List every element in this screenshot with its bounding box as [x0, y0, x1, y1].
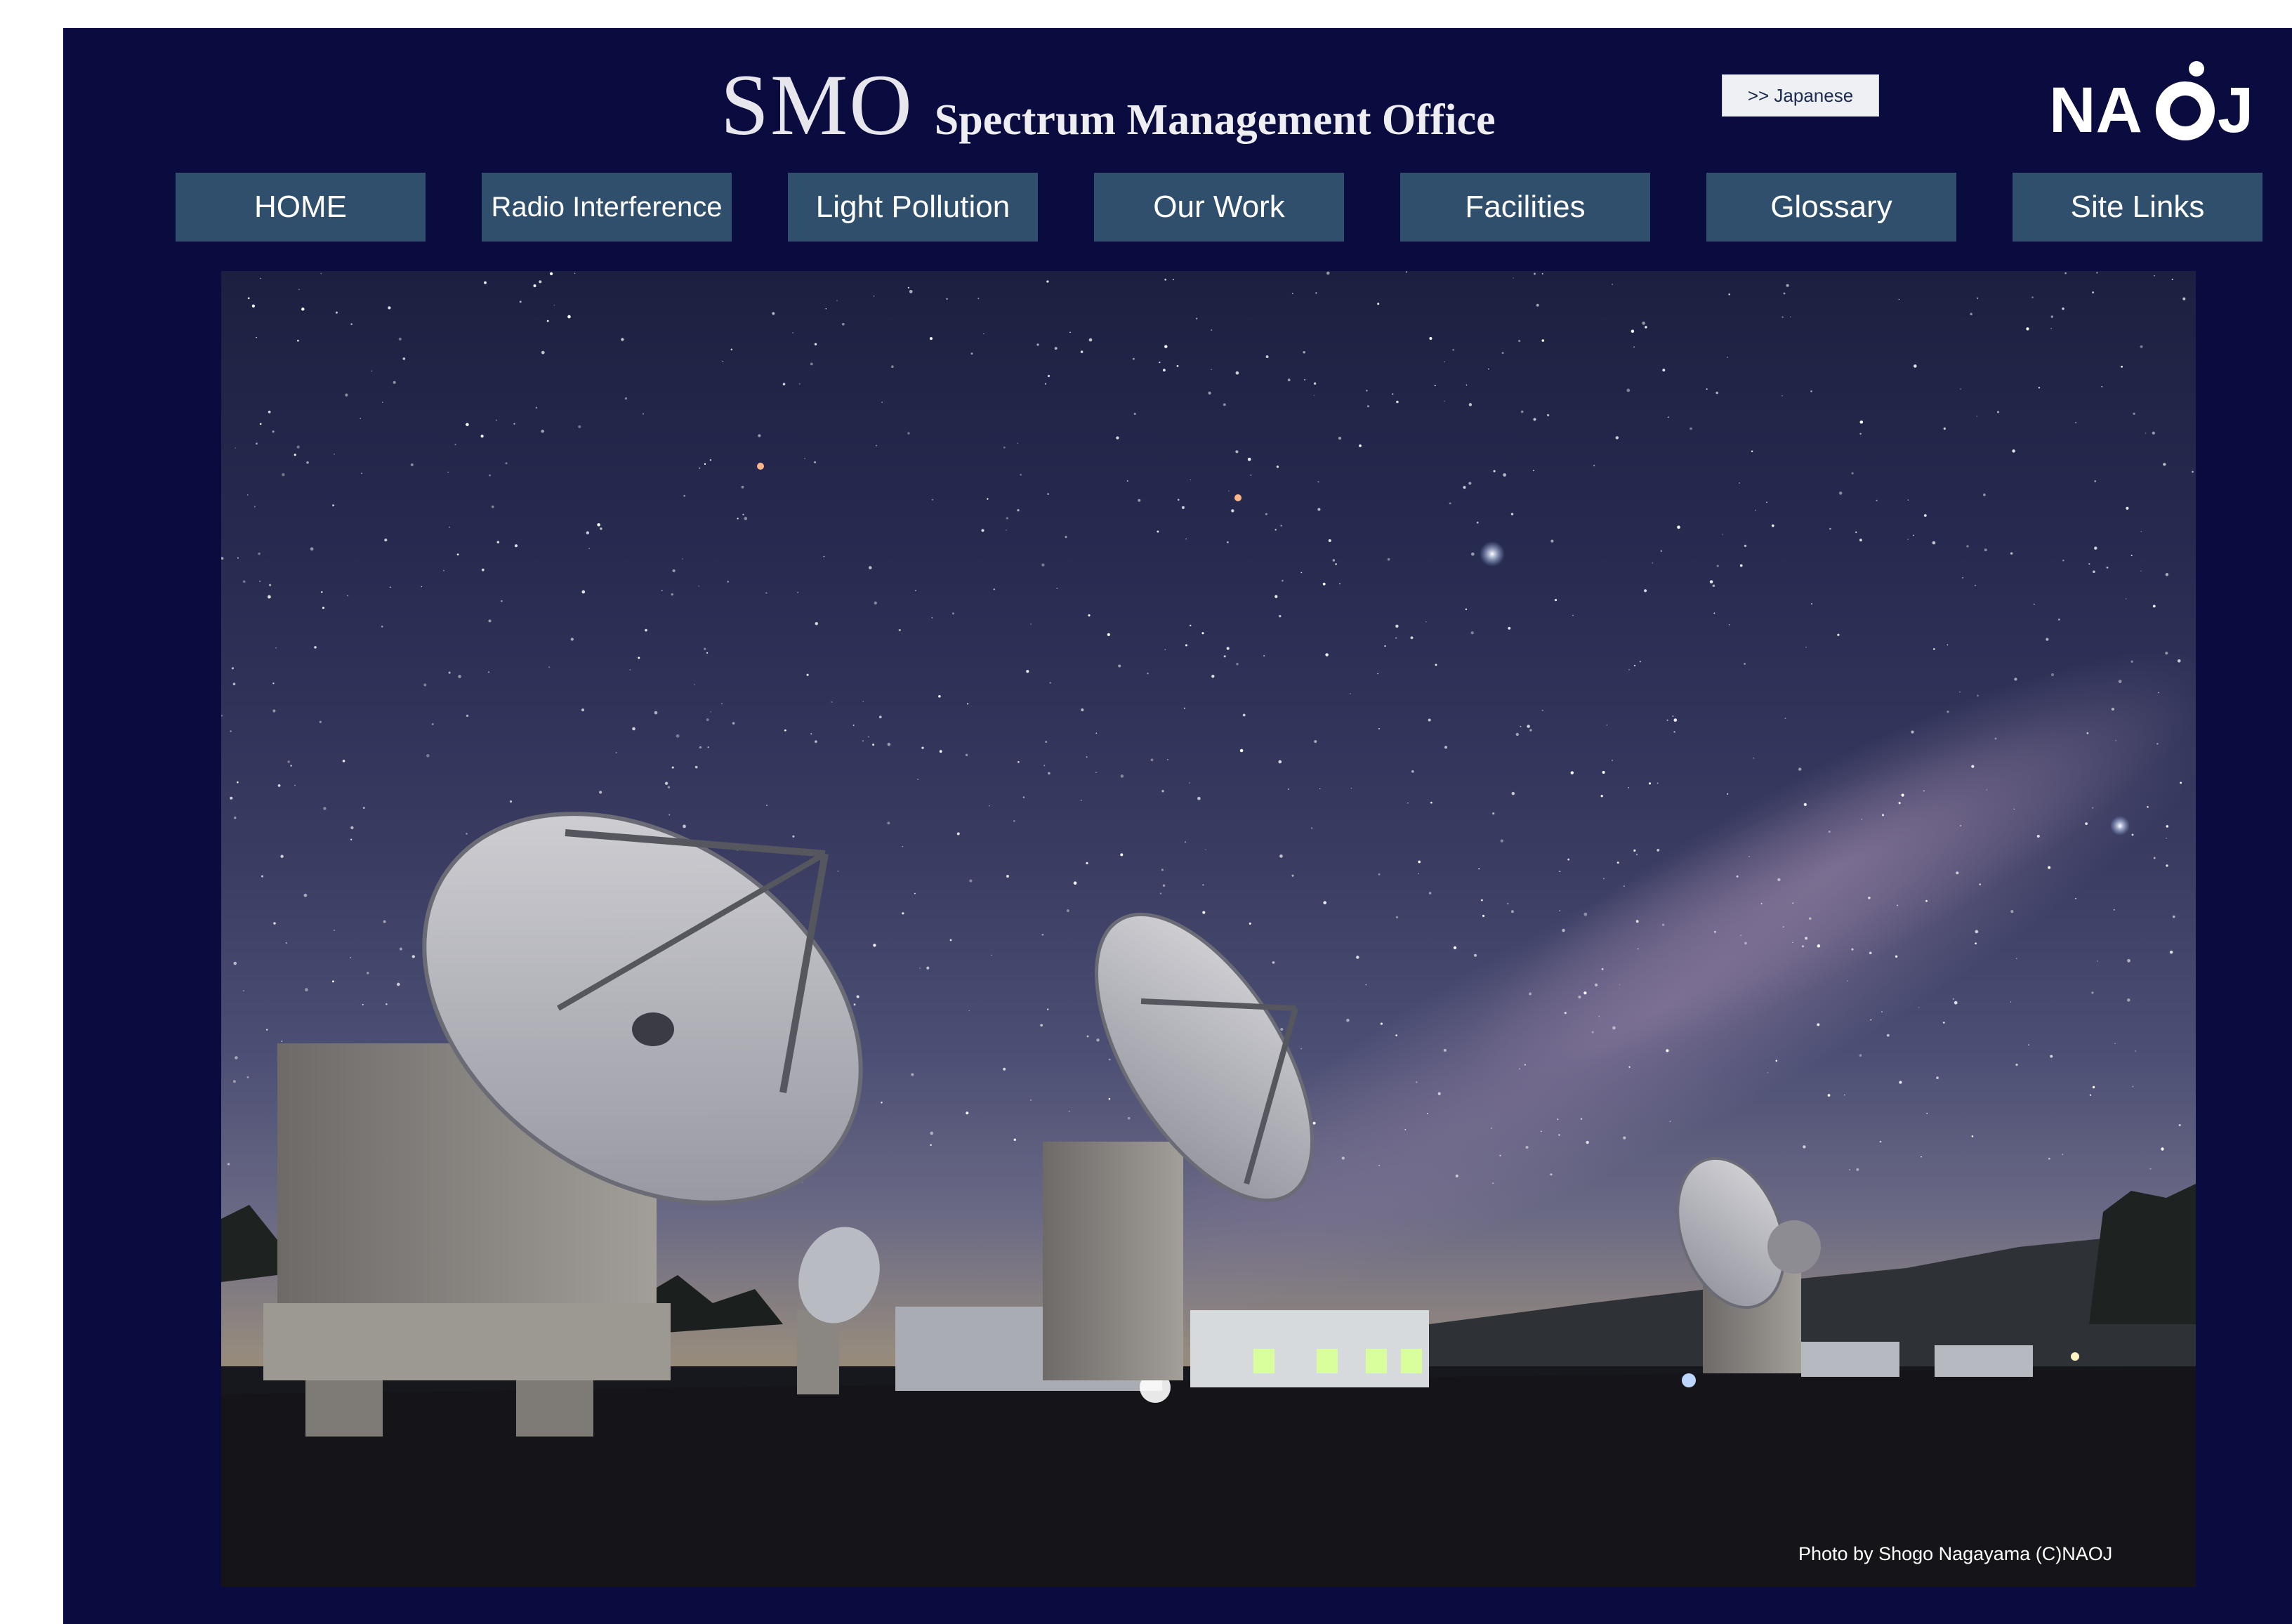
nav-item-site-links[interactable]: Site Links	[2013, 173, 2263, 242]
hero-photo: Photo by Shogo Nagayama (C)NAOJ	[221, 271, 2196, 1587]
page: SMO Spectrum Management Office >> Japane…	[63, 28, 2292, 1624]
nav-item-home[interactable]: HOME	[176, 173, 426, 242]
site-abbreviation: SMO	[720, 57, 914, 153]
naoj-logo[interactable]: NA J	[2048, 41, 2272, 146]
nav-item-glossary[interactable]: Glossary	[1706, 173, 1956, 242]
main-navigation: HOME Radio Interference Light Pollution …	[176, 173, 2268, 242]
site-title[interactable]: SMO Spectrum Management Office	[720, 62, 1496, 181]
nav-item-light-pollution[interactable]: Light Pollution	[788, 173, 1038, 242]
svg-text:J: J	[2218, 74, 2253, 146]
site-full-title: Spectrum Management Office	[934, 96, 1496, 144]
nav-item-radio-interference[interactable]: Radio Interference	[482, 173, 732, 242]
svg-text:NA: NA	[2049, 74, 2142, 146]
photo-credit: Photo by Shogo Nagayama (C)NAOJ	[1798, 1543, 2113, 1564]
radio-telescope-night-sky-image	[221, 271, 2196, 1587]
japanese-language-button[interactable]: >> Japanese	[1722, 74, 1879, 117]
nav-item-our-work[interactable]: Our Work	[1094, 173, 1344, 242]
nav-item-facilities[interactable]: Facilities	[1400, 173, 1650, 242]
